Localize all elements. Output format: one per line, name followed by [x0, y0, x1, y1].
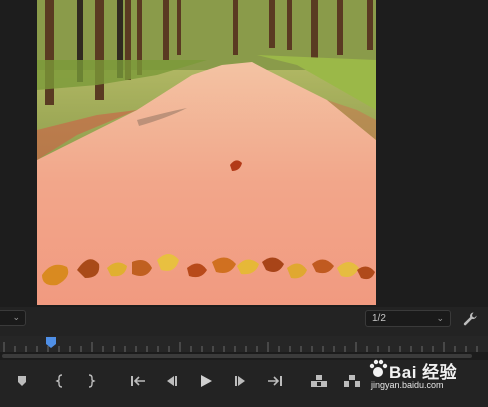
forest-road-image: [37, 0, 376, 305]
wrench-icon[interactable]: [461, 310, 479, 328]
playback-resolution-value: 1/2: [372, 313, 386, 324]
timeline-scrollbar[interactable]: [0, 352, 488, 360]
go-to-out-button[interactable]: [264, 370, 286, 392]
zoom-level-select[interactable]: ⌄: [0, 310, 26, 326]
step-forward-button[interactable]: [230, 370, 252, 392]
lift-icon: [311, 375, 327, 387]
chevron-down-icon: ⌄: [436, 313, 444, 323]
go-to-out-icon: [268, 376, 282, 386]
play-icon: [201, 375, 212, 387]
go-to-in-button[interactable]: [127, 370, 149, 392]
mark-out-button[interactable]: [80, 370, 102, 392]
step-back-button[interactable]: [160, 370, 182, 392]
chevron-down-icon: ⌄: [12, 312, 20, 322]
extract-icon: [344, 375, 360, 387]
program-monitor: [0, 0, 488, 307]
go-to-in-icon: [131, 376, 145, 386]
add-marker-button[interactable]: [11, 370, 33, 392]
step-forward-icon: [235, 376, 245, 386]
step-back-icon: [167, 376, 177, 386]
marker-icon: [18, 376, 26, 386]
playback-resolution-select[interactable]: 1/2 ⌄: [365, 310, 451, 327]
video-frame: [37, 0, 376, 305]
transport-controls: [0, 362, 488, 402]
lift-button[interactable]: [308, 370, 330, 392]
mark-out-icon: [88, 374, 96, 388]
play-button[interactable]: [195, 370, 217, 392]
mark-in-button[interactable]: [49, 370, 71, 392]
timeline-ruler[interactable]: [0, 336, 488, 352]
scrollbar-thumb[interactable]: [2, 354, 472, 358]
mark-in-icon: [55, 374, 63, 388]
extract-button[interactable]: [341, 370, 363, 392]
